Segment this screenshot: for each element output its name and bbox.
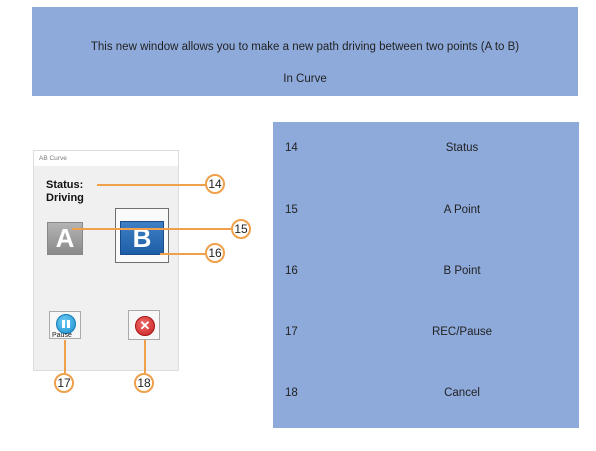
b-point-button[interactable]: B — [120, 221, 164, 255]
legend-number: 17 — [285, 326, 298, 338]
legend-row: 17 REC/Pause — [273, 326, 579, 346]
callout-18: 18 — [134, 373, 154, 393]
legend-row: 18 Cancel — [273, 387, 579, 407]
legend-label: Cancel — [444, 387, 480, 399]
pause-icon — [56, 314, 76, 334]
a-point-button[interactable]: A — [47, 222, 83, 255]
legend-number: 16 — [285, 265, 298, 277]
legend-label: B Point — [443, 265, 481, 277]
callout-line-17 — [64, 340, 66, 373]
callout-16: 16 — [205, 243, 225, 263]
legend-table: 14 Status 15 A Point 16 B Point 17 REC/P… — [273, 122, 579, 428]
legend-label: A Point — [443, 204, 481, 216]
callout-line-14 — [97, 184, 207, 186]
callout-line-15 — [72, 228, 231, 230]
legend-row: 14 Status — [273, 142, 579, 162]
legend-row: 15 A Point — [273, 204, 579, 224]
intro-text: This new window allows you to make a new… — [90, 41, 520, 53]
callout-line-18 — [144, 340, 146, 373]
intro-banner: This new window allows you to make a new… — [32, 7, 578, 96]
status-text: Status: Driving — [46, 179, 84, 205]
pause-label: Pause — [52, 332, 72, 339]
callout-line-16 — [160, 253, 205, 255]
callout-15: 15 — [231, 219, 251, 239]
window-title: AB Curve — [34, 151, 178, 166]
legend-number: 15 — [285, 204, 298, 216]
legend-number: 18 — [285, 387, 298, 399]
close-icon: ✕ — [135, 316, 155, 336]
callout-14: 14 — [205, 174, 225, 194]
callout-17: 17 — [54, 373, 74, 393]
pause-button[interactable]: Pause — [49, 311, 81, 339]
legend-label: REC/Pause — [431, 326, 493, 338]
status-label: Status: — [46, 179, 84, 191]
status-value: Driving — [46, 192, 84, 204]
intro-subtitle: In Curve — [283, 73, 327, 85]
cancel-button[interactable]: ✕ — [128, 310, 160, 340]
legend-row: 16 B Point — [273, 265, 579, 285]
legend-number: 14 — [285, 142, 298, 154]
legend-label: Status — [445, 142, 479, 154]
